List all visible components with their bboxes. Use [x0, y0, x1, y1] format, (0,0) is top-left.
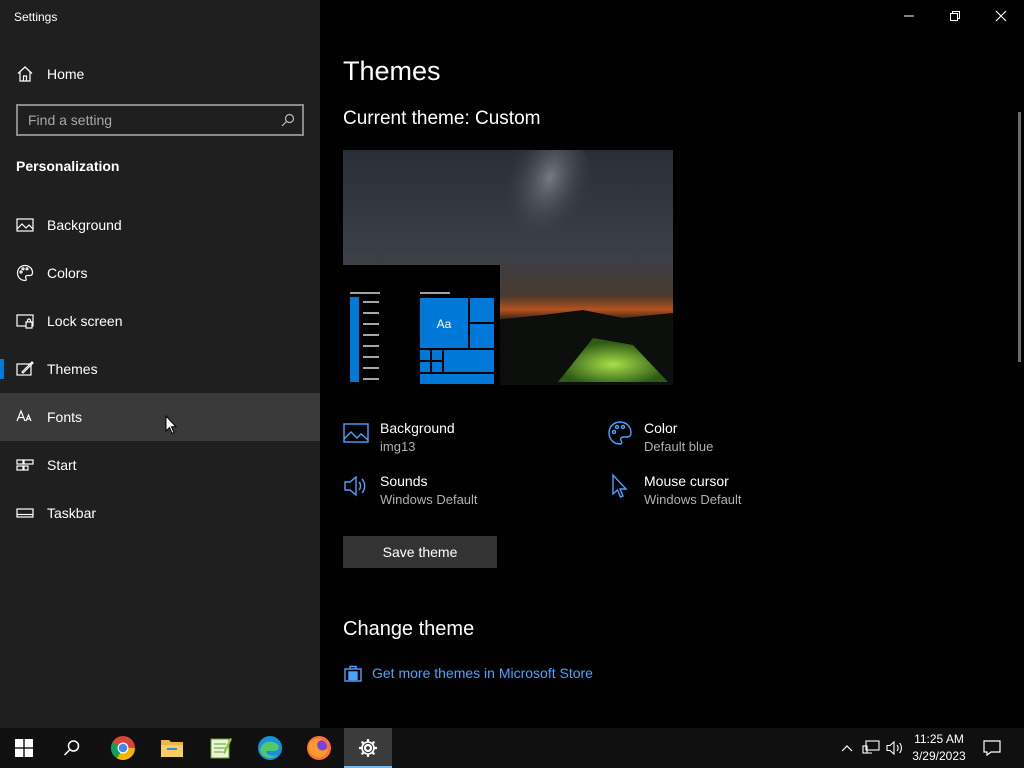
file-explorer-icon [161, 740, 183, 757]
minimize-icon [904, 15, 914, 17]
property-name: Color [644, 420, 678, 436]
search-icon [281, 113, 295, 127]
mouse-pointer-icon [165, 415, 177, 435]
lock-screen-icon [16, 314, 34, 329]
change-theme-heading: Change theme [343, 618, 475, 640]
property-name: Sounds [380, 473, 428, 489]
themes-icon [16, 361, 34, 376]
sidebar-item-fonts[interactable]: Fonts [0, 393, 320, 441]
preview-tile-text: Aa [437, 317, 452, 331]
sidebar: Settings Home Personalization Background [0, 0, 320, 728]
clock-time: 11:25 AM [914, 732, 964, 746]
sidebar-item-label: Colors [47, 265, 88, 281]
start-icon [16, 459, 34, 471]
tray-overflow-button[interactable] [838, 728, 856, 768]
property-value: Windows Default [380, 492, 478, 507]
home-icon [17, 66, 33, 82]
property-value: Default blue [644, 439, 714, 454]
theme-preview-image: Aa [343, 150, 673, 385]
palette-icon [608, 421, 632, 445]
current-theme-heading: Current theme: Custom [343, 108, 541, 129]
sidebar-item-background[interactable]: Background [0, 201, 320, 249]
sidebar-item-label: Fonts [47, 409, 83, 425]
taskbar-settings[interactable] [344, 728, 392, 768]
store-bag-icon [344, 665, 362, 682]
property-name: Mouse cursor [644, 473, 729, 489]
network-icon [862, 740, 880, 754]
settings-icon [359, 739, 377, 757]
clock-date: 3/29/2023 [912, 749, 966, 763]
store-link-label: Get more themes in Microsoft Store [372, 665, 593, 681]
close-icon [995, 10, 1007, 22]
window-controls [886, 0, 1024, 32]
theme-color-setting[interactable]: Color Default blue [607, 420, 847, 464]
picture-icon [16, 218, 34, 232]
notification-icon [983, 740, 1001, 756]
taskbar-file-explorer[interactable] [148, 728, 196, 768]
theme-sounds-setting[interactable]: Sounds Windows Default [343, 473, 583, 517]
nav-home[interactable]: Home [0, 56, 320, 90]
sidebar-item-label: Background [47, 217, 122, 233]
mouse-cursor-icon [612, 473, 628, 498]
taskbar-firefox[interactable] [295, 728, 343, 768]
microsoft-store-link[interactable]: Get more themes in Microsoft Store [343, 662, 593, 684]
search-input[interactable] [18, 106, 302, 134]
restore-button[interactable] [932, 0, 978, 32]
sidebar-item-taskbar[interactable]: Taskbar [0, 489, 320, 537]
fonts-icon [16, 409, 32, 422]
speaker-icon [344, 475, 366, 497]
section-title: Personalization [16, 158, 120, 174]
sidebar-item-start[interactable]: Start [0, 441, 320, 489]
theme-preview: Aa [343, 150, 673, 385]
nav-home-label: Home [47, 66, 85, 82]
save-theme-button[interactable]: Save theme [343, 536, 497, 568]
firefox-icon [307, 736, 331, 760]
window-title: Settings [14, 10, 58, 24]
taskbar-notepad-plus-plus[interactable] [197, 728, 245, 768]
volume-icon [886, 740, 902, 756]
theme-mouse-cursor-setting[interactable]: Mouse cursor Windows Default [607, 473, 847, 517]
sidebar-item-label: Taskbar [47, 505, 97, 521]
volume-button[interactable] [884, 728, 906, 768]
taskbar-edge[interactable] [246, 728, 294, 768]
scrollbar[interactable] [1018, 112, 1021, 362]
sidebar-item-themes[interactable]: Themes [0, 345, 320, 393]
sidebar-item-lock-screen[interactable]: Lock screen [0, 297, 320, 345]
start-button[interactable] [0, 728, 48, 768]
sidebar-item-label: Themes [47, 361, 98, 377]
windows-logo-icon [15, 739, 33, 757]
taskbar-chrome[interactable] [99, 728, 147, 768]
sidebar-item-colors[interactable]: Colors [0, 249, 320, 297]
close-button[interactable] [978, 0, 1024, 32]
search-icon [63, 740, 80, 756]
notepad-plus-plus-icon [210, 738, 232, 759]
action-center-button[interactable] [980, 728, 1004, 768]
chevron-up-icon [841, 745, 853, 752]
taskbar-search-button[interactable] [48, 728, 96, 768]
edge-icon [258, 736, 282, 760]
property-value: Windows Default [644, 492, 742, 507]
property-value: img13 [380, 439, 416, 454]
minimize-button[interactable] [886, 0, 932, 32]
selection-indicator [0, 359, 4, 379]
picture-icon [343, 423, 369, 443]
sidebar-item-label: Lock screen [47, 313, 123, 329]
restore-icon [950, 11, 960, 21]
search-box[interactable] [16, 104, 304, 136]
property-name: Background [380, 420, 455, 436]
theme-background-setting[interactable]: Background img13 [343, 420, 583, 464]
palette-icon [16, 264, 34, 282]
chrome-icon [110, 736, 135, 761]
taskbar-clock[interactable]: 11:25 AM 3/29/2023 [905, 731, 973, 765]
taskbar-icon [16, 508, 34, 518]
sidebar-item-label: Start [47, 457, 77, 473]
main-content: Themes Current theme: Custom Aa Backgrou… [320, 0, 1024, 728]
page-title: Themes [343, 56, 441, 86]
network-button[interactable] [860, 728, 882, 768]
taskbar: 11:25 AM 3/29/2023 [0, 728, 1024, 768]
